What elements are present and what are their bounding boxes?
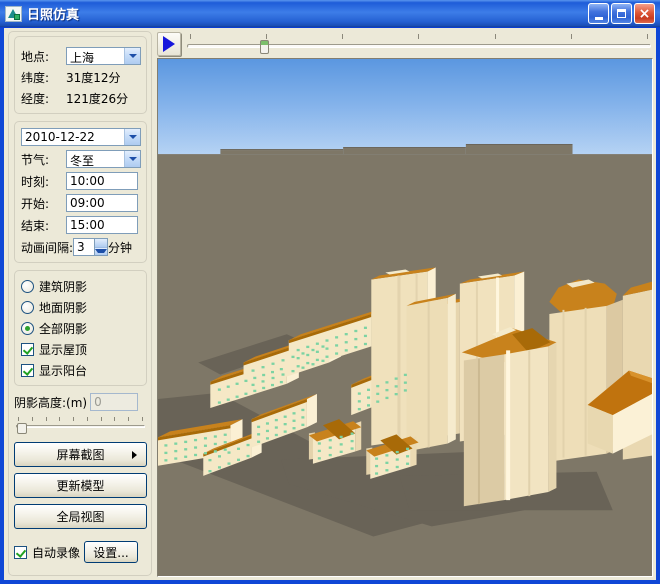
minimize-button[interactable] [588, 3, 609, 24]
checkbox-auto-record-label: 自动录像 [32, 545, 81, 560]
latitude-value: 31度12分 [66, 71, 121, 85]
end-label: 结束: [21, 218, 50, 233]
solar-term-label: 节气: [21, 152, 50, 167]
spinner-down-button[interactable] [95, 247, 108, 255]
checkbox-show-roof[interactable] [21, 343, 34, 356]
interval-label: 动画间隔: [21, 240, 74, 255]
date-combobox[interactable]: 2010-12-22 [21, 128, 141, 146]
longitude-label: 经度: [21, 92, 50, 106]
latitude-label: 纬度: [21, 71, 50, 85]
time-slider-track[interactable] [187, 44, 651, 48]
screenshot-button[interactable]: 屏幕截图 [14, 442, 147, 467]
location-group: 地点: 上海 纬度: 31度12分 经度: 121度26分 [14, 36, 147, 114]
maximize-icon [617, 9, 626, 18]
radio-all-shadow-label: 全部阴影 [39, 322, 88, 336]
location-dropdown-button[interactable] [124, 48, 140, 64]
shadow-height-input [90, 393, 139, 411]
chevron-down-icon [128, 135, 137, 139]
solar-term-value: 冬至 [70, 154, 95, 167]
end-input[interactable] [66, 216, 138, 234]
app-icon [5, 5, 22, 22]
slider-thumb[interactable] [17, 423, 27, 434]
settings-button-label: 设置... [93, 545, 129, 560]
time-slider[interactable] [187, 32, 651, 56]
time-slider-thumb[interactable] [260, 40, 270, 54]
solar-term-dropdown-button[interactable] [124, 151, 140, 167]
play-icon [163, 36, 175, 52]
checkbox-show-balcony[interactable] [21, 364, 34, 377]
settings-button[interactable]: 设置... [84, 541, 139, 563]
viewport-area [154, 28, 656, 580]
solar-term-combobox[interactable]: 冬至 [66, 150, 141, 168]
right-triangle-icon [132, 451, 137, 459]
interval-input[interactable] [73, 238, 96, 256]
radio-all-shadow[interactable] [21, 322, 34, 335]
checkbox-show-balcony-label: 显示阳台 [39, 364, 88, 378]
interval-unit-label: 分钟 [108, 240, 133, 255]
update-model-button-label: 更新模型 [56, 479, 105, 493]
moment-label: 时刻: [21, 174, 50, 189]
control-panel-group: 地点: 上海 纬度: 31度12分 经度: 121度26分 2010-12-22… [8, 31, 152, 576]
slider-ticks [18, 417, 143, 421]
checkbox-auto-record[interactable] [14, 545, 27, 559]
radio-ground-shadow-label: 地面阴影 [39, 301, 88, 315]
control-panel: 地点: 上海 纬度: 31度12分 经度: 121度26分 2010-12-22… [4, 28, 154, 580]
screenshot-button-label: 屏幕截图 [56, 448, 105, 462]
chevron-down-icon [128, 54, 137, 58]
animation-toolbar [157, 30, 653, 58]
maximize-button[interactable] [611, 3, 632, 24]
longitude-value: 121度26分 [66, 92, 129, 106]
date-dropdown-button[interactable] [124, 129, 140, 145]
spinner-up-button[interactable] [95, 239, 108, 248]
chevron-down-icon [95, 249, 108, 254]
time-group: 2010-12-22 节气: 冬至 时刻: 10:00 开始: 09:00 结束… [14, 121, 147, 263]
global-view-button-label: 全局视图 [56, 510, 105, 524]
start-label: 开始: [21, 196, 50, 211]
close-icon: × [638, 5, 651, 22]
chevron-down-icon [128, 157, 137, 161]
global-view-button[interactable]: 全局视图 [14, 504, 147, 529]
update-model-button[interactable]: 更新模型 [14, 473, 147, 498]
moment-input[interactable] [66, 172, 138, 190]
app-window: 日照仿真 × 地点: 上海 纬度: 31度12分 经度: 121度26分 201… [0, 0, 660, 584]
radio-building-shadow-label: 建筑阴影 [39, 280, 88, 294]
location-combobox[interactable]: 上海 [66, 47, 141, 65]
date-value: 2010-12-22 [25, 130, 95, 144]
scene-svg [158, 59, 652, 576]
window-title: 日照仿真 [27, 8, 80, 23]
close-button[interactable]: × [634, 3, 655, 24]
shadow-height-slider[interactable] [16, 417, 145, 435]
start-input[interactable] [66, 194, 138, 212]
checkbox-show-roof-label: 显示屋顶 [39, 343, 88, 357]
shadow-height-label: 阴影高度:(m) [14, 395, 88, 410]
titlebar[interactable]: 日照仿真 × [0, 0, 660, 28]
play-button[interactable] [157, 32, 181, 56]
slider-track[interactable] [16, 425, 145, 428]
shadow-options-group: 建筑阴影 地面阴影 全部阴影 显示屋顶 显示阳台 [14, 270, 147, 386]
minimize-icon [594, 17, 603, 20]
time-slider-ticks [190, 34, 648, 39]
location-label: 地点: [21, 49, 50, 64]
radio-building-shadow[interactable] [21, 280, 34, 293]
radio-ground-shadow[interactable] [21, 301, 34, 314]
location-value: 上海 [70, 51, 95, 64]
interval-spinner[interactable] [95, 238, 109, 256]
scene-canvas[interactable] [157, 58, 653, 577]
